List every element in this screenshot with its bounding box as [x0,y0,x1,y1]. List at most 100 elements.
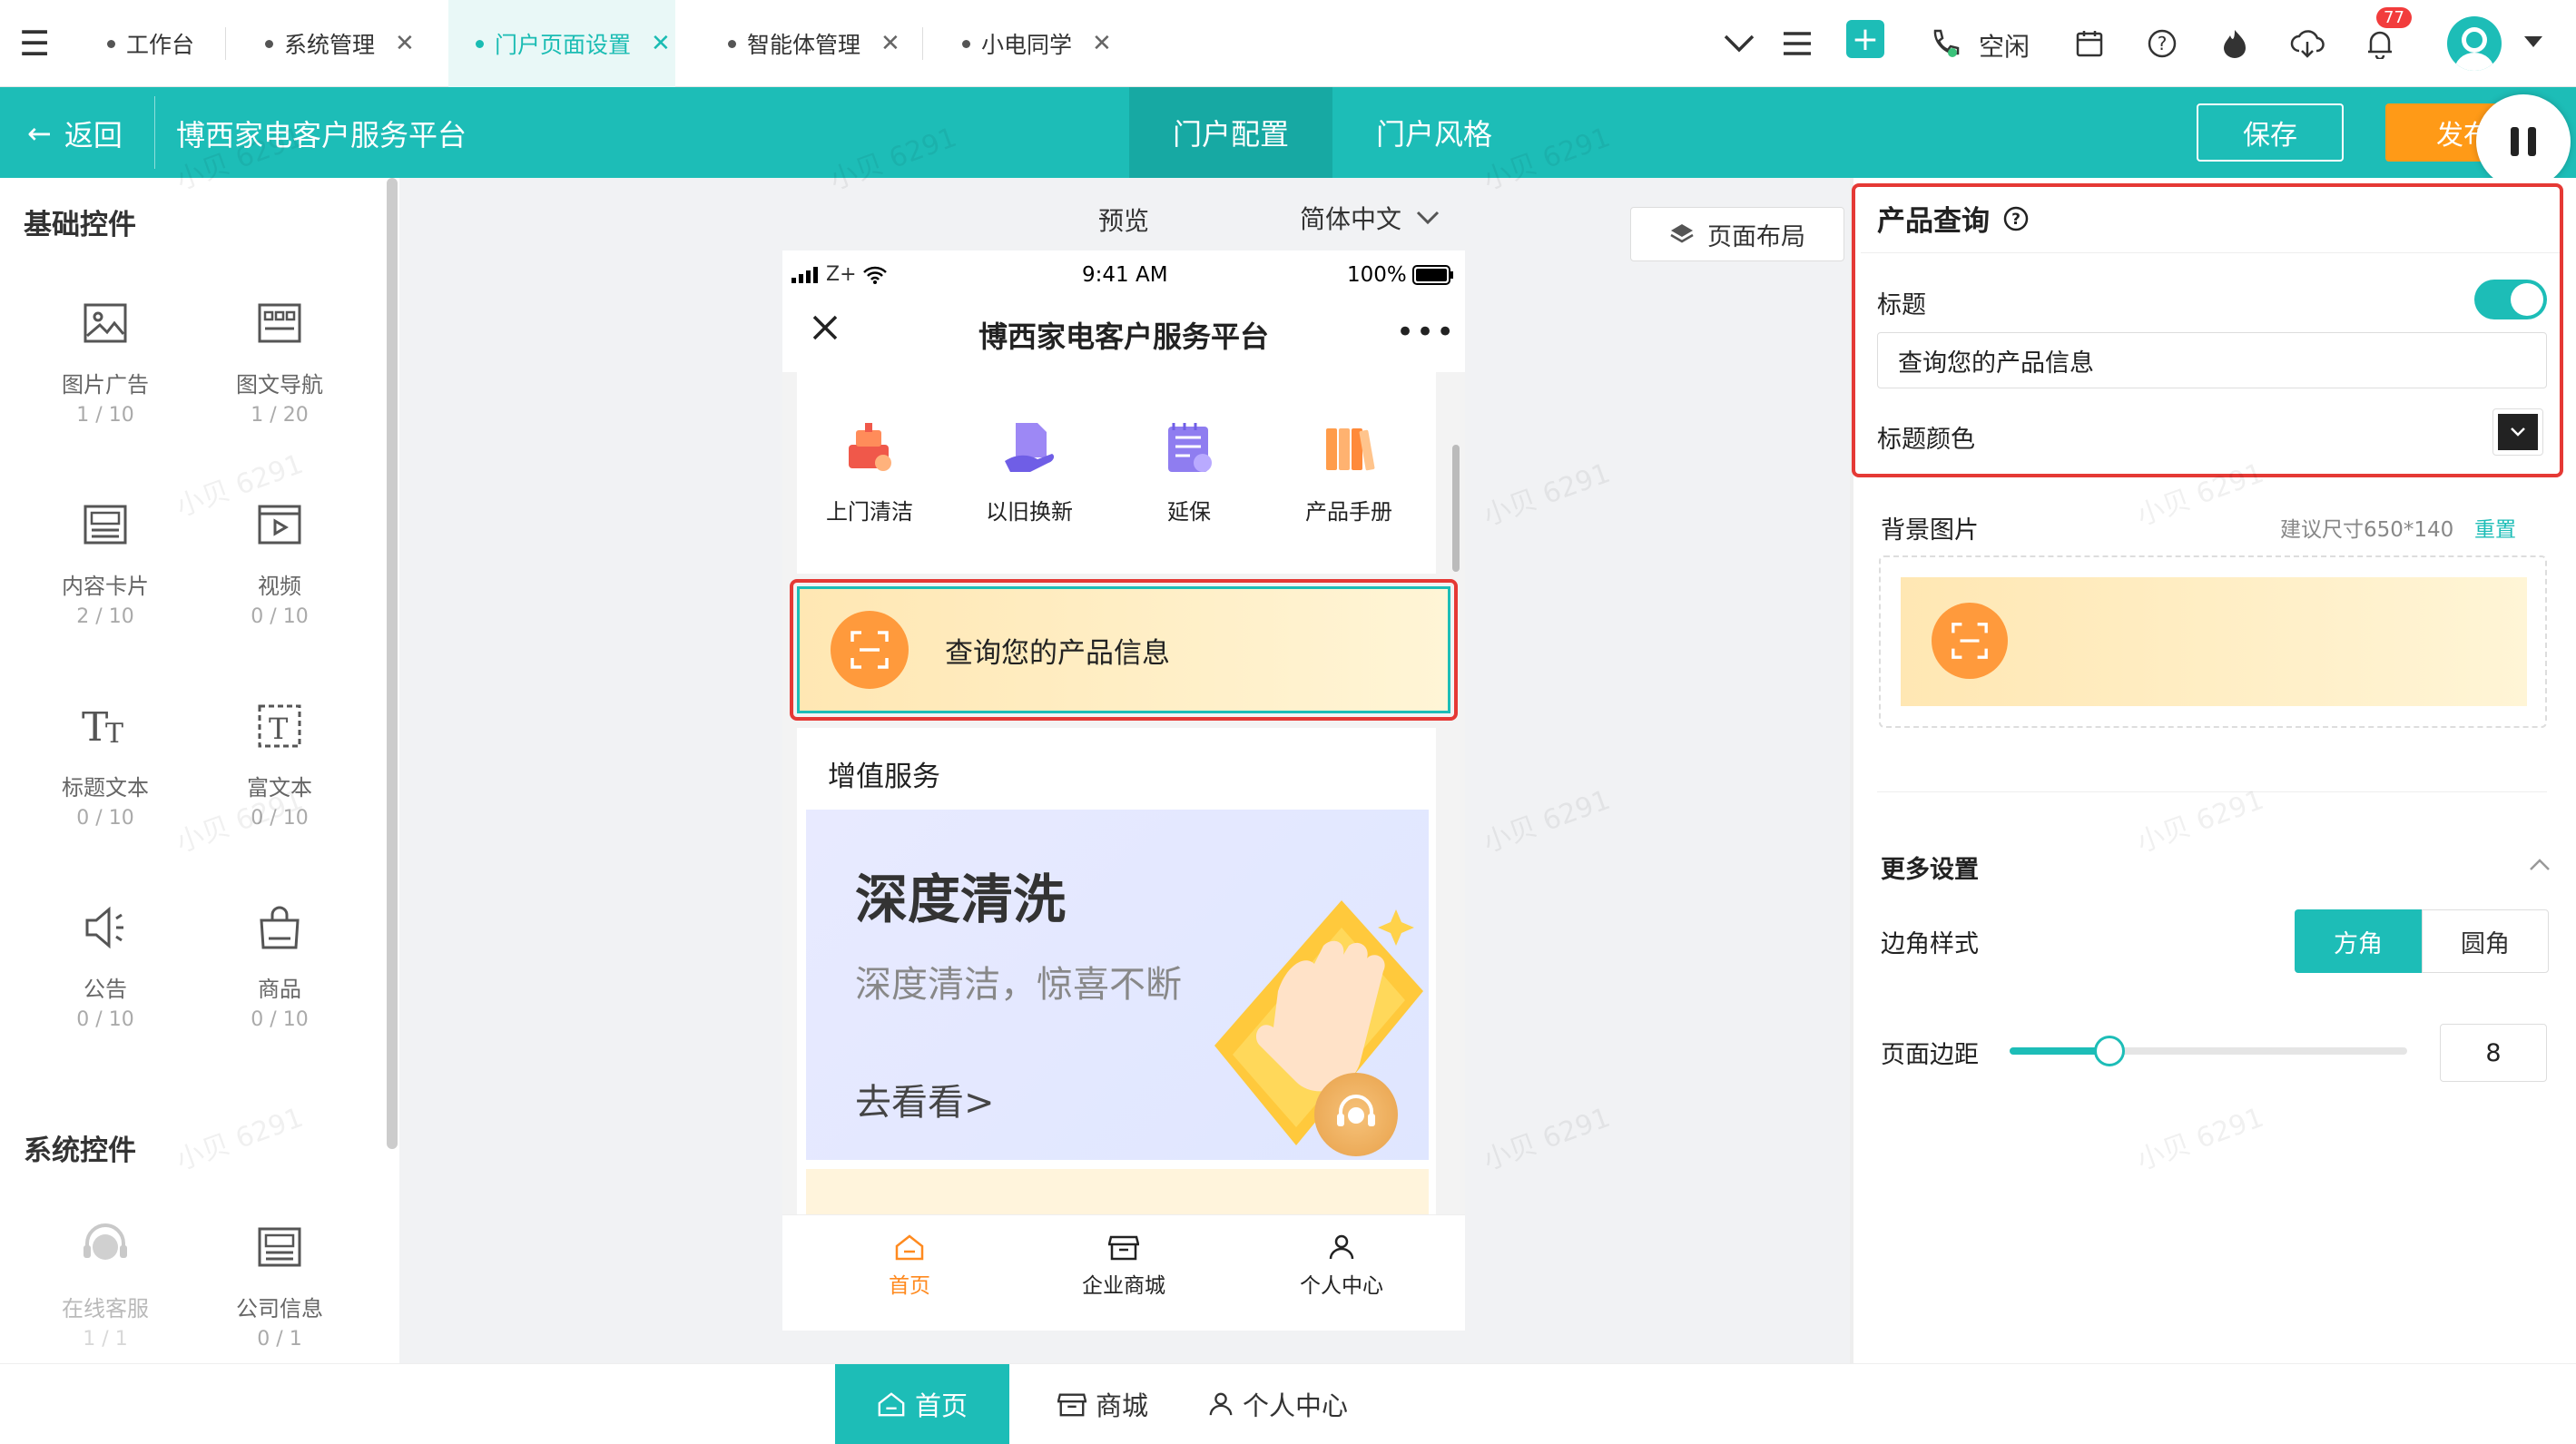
title-input[interactable] [1877,332,2547,388]
bottom-tab-home[interactable]: 首页 [835,1364,1009,1444]
speaker-icon [85,906,123,949]
query-text: 查询您的产品信息 [945,636,1170,670]
bg-image-upload[interactable] [1879,555,2547,728]
product-query-bar[interactable]: 查询您的产品信息 [797,586,1450,713]
phone-icon[interactable] [1922,22,1966,65]
control-image-ad[interactable]: 图片广告 1 / 10 [33,296,178,427]
user-icon [1209,1392,1233,1416]
close-icon[interactable]: ✕ [395,30,415,57]
editor-header: ← 返回 博西家电客户服务平台 门户配置 门户风格 保存 发布 [0,87,2576,189]
phone-tab-home[interactable]: 首页 [855,1233,964,1299]
more-icon[interactable]: ••• [1396,314,1456,350]
nav-item-trade-in[interactable]: 以旧换新 [975,417,1084,526]
bell-icon[interactable] [2358,22,2402,65]
close-icon[interactable]: ✕ [1092,30,1112,57]
control-product[interactable]: 商品 0 / 10 [207,900,352,1031]
control-image-nav[interactable]: 图文导航 1 / 20 [207,296,352,427]
back-label: 返回 [64,118,123,152]
battery-indicator: 100% [1347,263,1454,287]
control-name: 图片广告 [62,372,149,398]
fire-icon[interactable] [2213,22,2256,65]
control-count: 1 / 20 [251,404,309,427]
pause-button[interactable] [2476,94,2571,189]
tab-portal-config[interactable]: 门户配置 [1129,87,1332,178]
tab-system-management[interactable]: 系统管理 ✕ [238,0,447,87]
tab-label: 系统管理 [284,32,376,58]
panel-title-text: 产品查询 [1877,205,1990,238]
control-count: 0 / 10 [76,1008,134,1031]
save-button[interactable]: 保存 [2197,103,2344,162]
add-icon[interactable]: + [1846,20,1884,58]
phone-preview: Z+ 9:41 AM 100% 博西家电客户服务平台 ••• 上门清洁 以旧换新… [782,250,1465,1331]
clock: 9:41 AM [1082,263,1168,287]
section-title: 增值服务 [828,761,940,793]
tab-portal-style[interactable]: 门户风格 [1332,87,1536,178]
nav-item-warranty[interactable]: 延保 [1135,417,1244,526]
page-layout-button[interactable]: 页面布局 [1630,207,1844,261]
tab-portal-page-settings[interactable]: 门户页面设置 ✕ [448,0,675,87]
tab-label: 商城 [1095,1390,1148,1421]
phone-tab-mall[interactable]: 企业商城 [1060,1233,1187,1299]
nav-item-cleaning[interactable]: 上门清洁 [815,417,924,526]
banner-link[interactable]: 去看看> [855,1073,995,1125]
page-margin-label: 页面边距 [1881,1041,1979,1069]
close-icon[interactable]: ✕ [880,30,900,57]
tab-xiaodian[interactable]: 小电同学 ✕ [935,0,1116,87]
caret-down-icon[interactable] [2523,34,2543,52]
control-company-info[interactable]: 公司信息 0 / 1 [207,1220,352,1351]
nav-item-manual[interactable]: 产品手册 [1294,417,1403,526]
top-tab-bar: ☰ 工作台 系统管理 ✕ 门户页面设置 ✕ 智能体管理 ✕ 小电同学 ✕ + 空闲 ? … [0,0,2576,87]
phone-scrollbar[interactable] [1452,445,1460,572]
help-icon[interactable]: ? [2002,205,2030,232]
headset-icon [1337,1095,1375,1126]
phone-tab-profile[interactable]: 个人中心 [1278,1233,1405,1299]
chevron-up-icon[interactable] [2529,859,2551,871]
close-icon[interactable]: ✕ [651,30,671,57]
title-label: 标题 [1877,291,1926,319]
service-banner[interactable]: 深度清洗 深度清洁，惊喜不断 去看看> [806,810,1429,1160]
agent-status[interactable]: 空闲 [1979,27,2030,64]
slider-handle[interactable] [2093,1036,2125,1066]
dot-icon [962,39,970,48]
tab-agent-management[interactable]: 智能体管理 ✕ [701,0,919,87]
title-color-label: 标题颜色 [1877,426,1975,454]
video-icon [258,505,301,545]
page-margin-input[interactable]: 8 [2440,1024,2547,1082]
control-title-text[interactable]: TT 标题文本 0 / 10 [33,699,178,830]
grid-nav-icon [258,303,301,343]
rich-text-icon: T [258,704,301,748]
corner-style-label: 边角样式 [1881,930,1979,958]
control-name: 内容卡片 [62,574,149,599]
control-announcement[interactable]: 公告 0 / 10 [33,900,178,1031]
corner-square-button[interactable]: 方角 [2295,909,2422,973]
cloud-download-icon[interactable] [2286,22,2329,65]
bag-icon [260,906,300,949]
bg-reset-link[interactable]: 重置 [2474,512,2516,543]
avatar[interactable] [2447,16,2502,71]
control-rich-text[interactable]: T 富文本 0 / 10 [207,699,352,830]
scan-icon [831,611,909,689]
left-scrollbar[interactable] [387,178,398,1149]
tab-workbench[interactable]: 工作台 [80,0,225,87]
title-color-picker[interactable] [2492,408,2543,456]
menu-icon[interactable]: ☰ [13,22,56,65]
control-name: 商品 [258,977,301,1002]
bottom-tab-mall[interactable]: 商城 [1044,1364,1162,1444]
control-content-card[interactable]: 内容卡片 2 / 10 [33,497,178,628]
back-button[interactable]: ← 返回 [27,113,123,154]
language-select[interactable]: 简体中文 [1300,200,1440,236]
list-icon[interactable] [1775,22,1819,65]
bottom-tab-profile[interactable]: 个人中心 [1196,1364,1360,1444]
banner-subtitle: 深度清洁，惊喜不断 [855,964,1182,1006]
page-margin-slider[interactable] [2010,1036,2407,1066]
customer-service-float-button[interactable] [1314,1073,1398,1156]
tab-label: 企业商城 [1082,1274,1165,1298]
chevron-down-icon[interactable] [1717,22,1761,65]
warranty-icon [1168,423,1212,472]
help-icon[interactable]: ? [2140,22,2184,65]
scan-icon [1932,603,2008,679]
title-toggle[interactable] [2474,280,2547,319]
control-video[interactable]: 视频 0 / 10 [207,497,352,628]
corner-round-button[interactable]: 圆角 [2422,909,2549,973]
calendar-icon[interactable] [2068,22,2111,65]
